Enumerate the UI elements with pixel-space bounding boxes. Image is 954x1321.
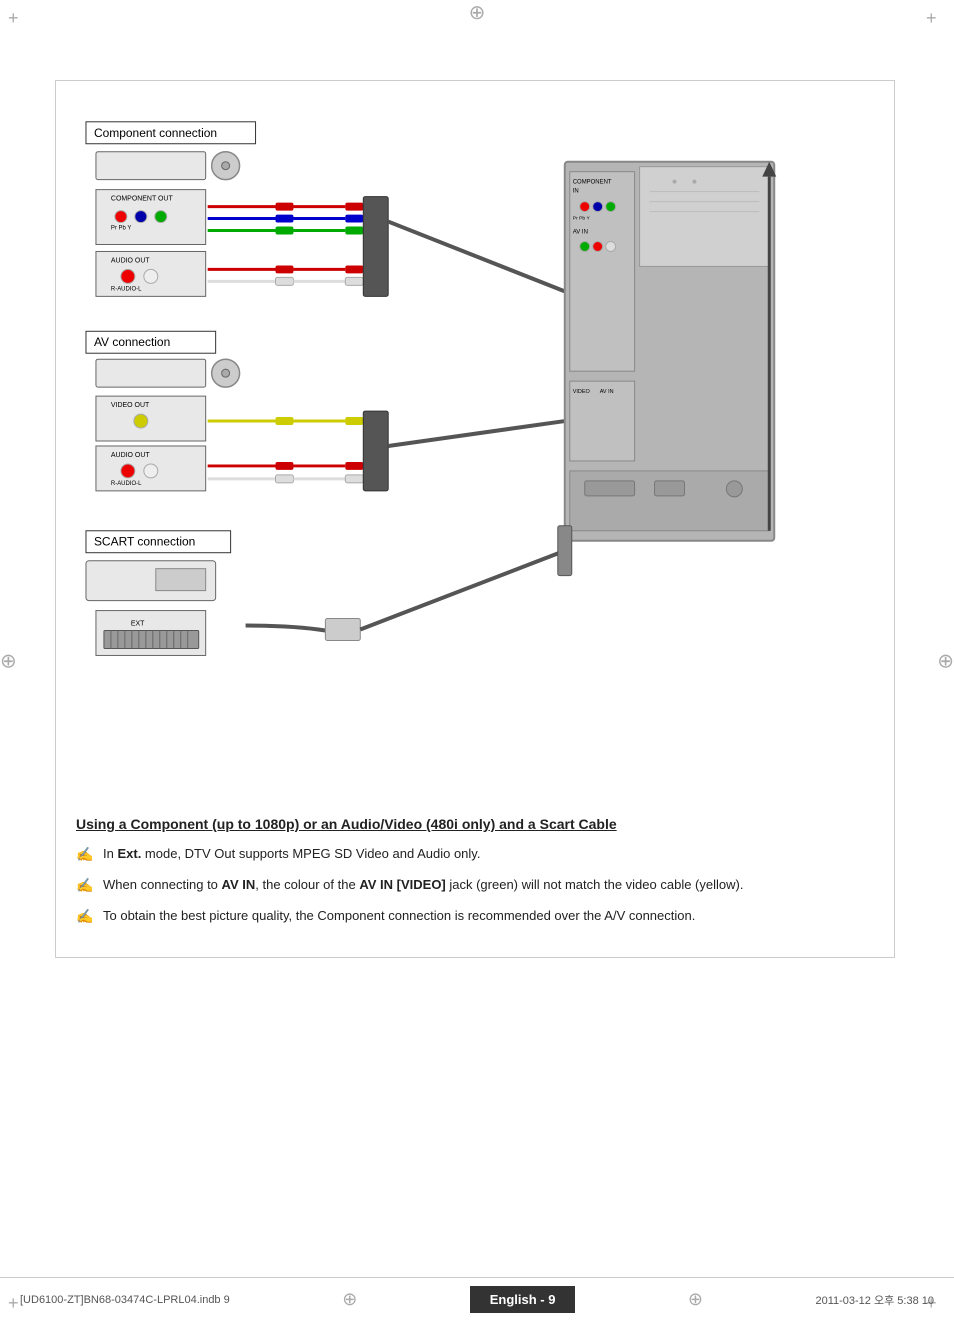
footer-date-info: 2011-03-12 오후 5:38 10 bbox=[815, 1292, 934, 1308]
note-icon-3: ✍ bbox=[76, 906, 98, 927]
page-label: English - 9 bbox=[470, 1286, 576, 1313]
note-icon-1: ✍ bbox=[76, 844, 98, 865]
svg-text:VIDEO OUT: VIDEO OUT bbox=[111, 402, 150, 409]
footer-crosshair: ⊕ bbox=[342, 1289, 357, 1310]
notes-title: Using a Component (up to 1080p) or an Au… bbox=[76, 816, 874, 832]
svg-text:COMPONENT OUT: COMPONENT OUT bbox=[111, 196, 174, 203]
svg-text:AV IN: AV IN bbox=[600, 389, 614, 395]
svg-text:Pr Pb Y: Pr Pb Y bbox=[111, 226, 131, 232]
svg-text:AUDIO OUT: AUDIO OUT bbox=[111, 452, 150, 459]
svg-text:AV connection: AV connection bbox=[94, 335, 170, 349]
note-text-1: In Ext. mode, DTV Out supports MPEG SD V… bbox=[103, 844, 874, 864]
svg-text:VIDEO: VIDEO bbox=[573, 389, 590, 395]
svg-text:R-AUDIO-L: R-AUDIO-L bbox=[111, 286, 142, 292]
footer-crosshair-right: ⊕ bbox=[688, 1289, 703, 1310]
svg-text:R-AUDIO-L: R-AUDIO-L bbox=[111, 481, 142, 487]
note-text-2: When connecting to AV IN, the colour of … bbox=[103, 875, 874, 895]
reg-mark-tl: + bbox=[8, 8, 28, 28]
note-icon-2: ✍ bbox=[76, 875, 98, 896]
note-text-3: To obtain the best picture quality, the … bbox=[103, 906, 874, 926]
svg-text:SCART connection: SCART connection bbox=[94, 535, 195, 549]
note-item-1: ✍ In Ext. mode, DTV Out supports MPEG SD… bbox=[76, 844, 874, 865]
crosshair-left: ⊕ bbox=[0, 648, 17, 673]
reg-mark-tr: + bbox=[926, 8, 946, 28]
svg-text:AV IN: AV IN bbox=[573, 230, 588, 236]
note-item-3: ✍ To obtain the best picture quality, th… bbox=[76, 906, 874, 927]
svg-text:IN: IN bbox=[573, 189, 579, 195]
connection-diagram-svg: Component connection COMPONENT OUT Pr Pb… bbox=[76, 101, 874, 781]
notes-section: Using a Component (up to 1080p) or an Au… bbox=[76, 801, 874, 927]
svg-text:Component connection: Component connection bbox=[94, 126, 217, 140]
main-content-box: Component connection COMPONENT OUT Pr Pb… bbox=[55, 80, 895, 958]
diagram-area: Component connection COMPONENT OUT Pr Pb… bbox=[76, 101, 874, 781]
svg-text:COMPONENT: COMPONENT bbox=[573, 180, 612, 186]
crosshair-right: ⊕ bbox=[937, 648, 954, 673]
note-item-2: ✍ When connecting to AV IN, the colour o… bbox=[76, 875, 874, 896]
svg-text:AUDIO OUT: AUDIO OUT bbox=[111, 257, 150, 264]
svg-text:EXT: EXT bbox=[131, 621, 145, 628]
crosshair-top: ⊕ bbox=[469, 0, 486, 25]
footer-file-info: [UD6100-ZT]BN68-03474C-LPRL04.indb 9 bbox=[20, 1294, 230, 1306]
footer: [UD6100-ZT]BN68-03474C-LPRL04.indb 9 ⊕ E… bbox=[0, 1277, 954, 1321]
svg-text:Pr Pb Y: Pr Pb Y bbox=[573, 216, 591, 222]
